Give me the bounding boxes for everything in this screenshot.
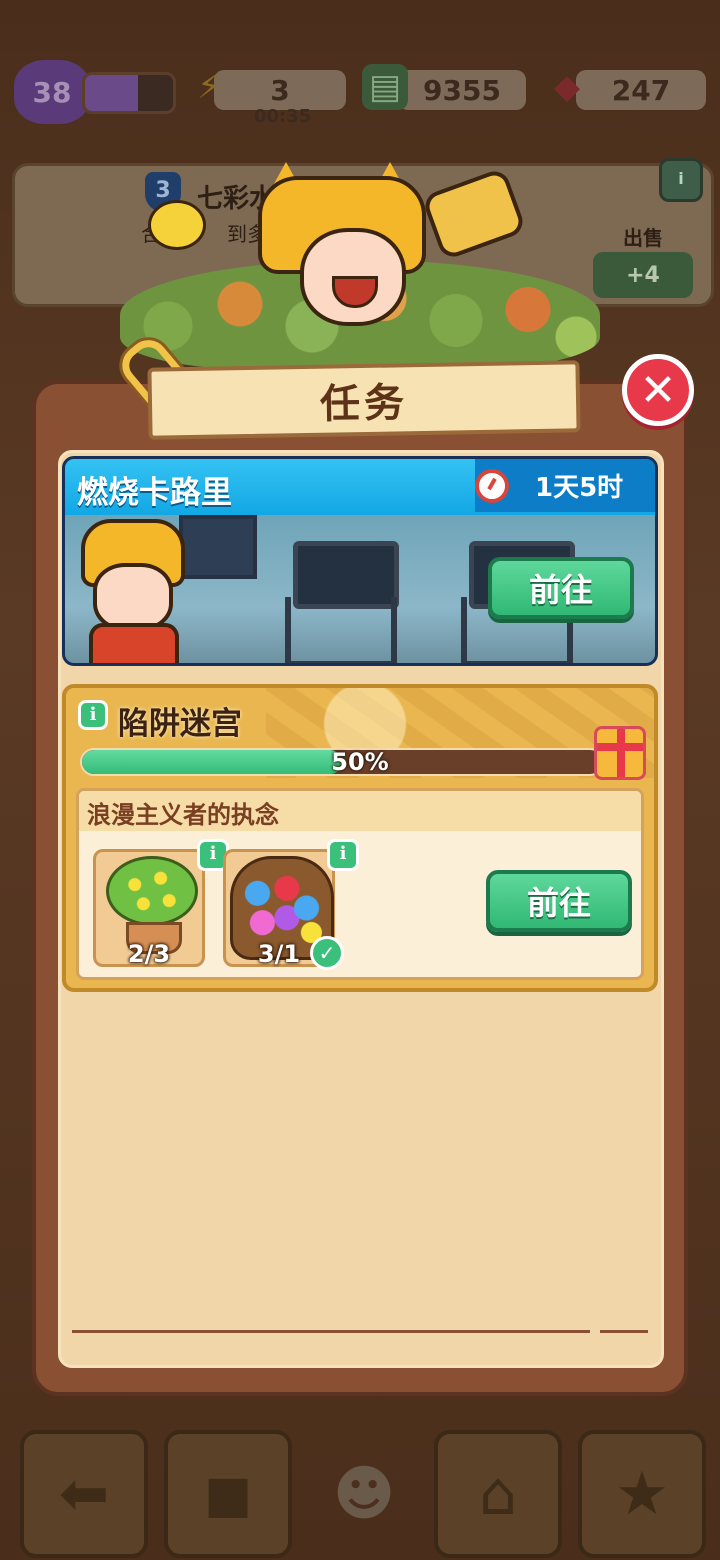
task-card-trap-maze: i 陷阱迷宫 50% 浪漫主义者的执念 2/3 i 3/1 ✓ i [62,684,658,992]
xp-bar [82,72,176,114]
task2-go-button[interactable]: 前往 [486,870,632,932]
energy-timer: 00:35 [254,106,312,127]
gift-reward-icon[interactable] [594,726,646,780]
gem-icon: ◆ [553,67,581,107]
clock-icon [475,468,509,503]
backpack-icon: ◼ [164,1430,292,1558]
lucky-cat-icon: ☻ [332,1459,396,1529]
task1-title: 燃烧卡路里 [77,475,232,511]
bird-decoration [148,200,206,250]
energy-icon: ⚡ [197,67,221,107]
modal-divider [600,1330,648,1333]
check-icon: ✓ [310,936,344,970]
item-count: 2/3 [127,940,171,968]
gym-window [179,515,257,579]
energy-value: 3 [270,73,290,107]
close-icon: ✕ [639,364,677,416]
close-button[interactable]: ✕ [622,354,694,426]
level-value: 38 [32,75,72,109]
trainee-character [73,515,185,663]
gem-value: 247 [611,73,671,107]
level-badge: 38 [14,60,90,124]
potted-plant-icon [106,856,198,926]
mascot-character [258,162,426,336]
task1-go-label: 前往 [528,571,593,609]
star-card-icon: ★ [578,1430,706,1558]
task1-header: 燃烧卡路里 1天5时 [65,459,655,518]
task1-timer-box: 1天5时 [475,459,655,512]
sell-label: 出售 [623,226,663,250]
task1-timer: 1天5时 [535,473,624,503]
gem-counter: 247 [576,70,706,110]
basket-icon: ⌂ [434,1430,562,1558]
subtask-title: 浪漫主义者的执念 [87,801,279,829]
task2-go-label: 前往 [526,884,591,922]
energy-counter: 3 [214,70,346,110]
sell-button: +4 [593,252,693,298]
required-item-potted-plant[interactable]: 2/3 [93,849,205,968]
sell-value: +4 [626,262,660,288]
required-item-flower-basket[interactable]: 3/1 ✓ [223,849,344,970]
modal-title-ribbon: 任务 [147,360,581,440]
task2-title: 陷阱迷宫 [118,706,242,742]
treadmill [281,541,401,663]
item-info-icon[interactable]: i [327,839,359,871]
cash-counter: 9355 [398,70,526,110]
bottom-nav: ⬅ ◼ ☻ ⌂ ★ [0,1420,720,1560]
modal-title: 任务 [319,380,409,428]
task1-go-button[interactable]: 前往 [488,557,634,619]
top-hud: 38 3 ⚡ 00:35 9355 ▤ 247 ◆ [0,58,720,128]
back-arrow-icon: ⬅ [20,1430,148,1558]
subtask-header: 浪漫主义者的执念 [79,791,641,831]
task2-progress-text: 50% [331,748,389,776]
cash-value: 9355 [423,73,501,107]
banner-info-icon: i [659,158,703,202]
task2-info-icon[interactable]: i [78,700,108,730]
modal-divider [72,1330,590,1333]
cash-icon: ▤ [362,64,408,110]
